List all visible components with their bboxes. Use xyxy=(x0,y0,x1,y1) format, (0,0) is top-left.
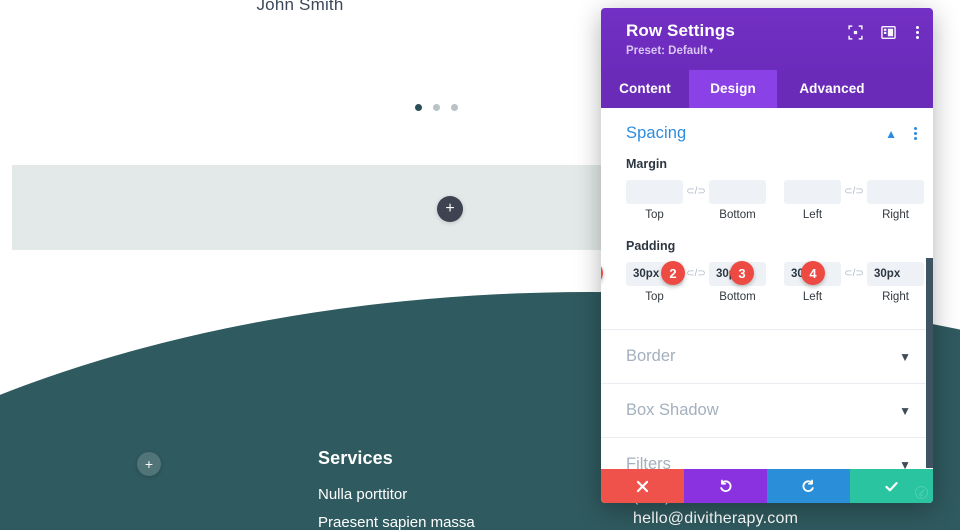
modal-header-actions xyxy=(848,24,921,41)
redo-icon xyxy=(802,479,814,492)
design-accordion-list: Border ▼ Box Shadow ▼ Filters ▼ xyxy=(601,329,933,469)
contact-email: hello@divitherapy.com xyxy=(633,510,799,527)
modal-header: Row Settings Preset: Default ▾ xyxy=(601,8,933,70)
link-margin-vertical-icon[interactable]: ⊂/⊃ xyxy=(683,186,709,197)
add-row-button[interactable]: + xyxy=(137,452,161,476)
slider-dot-2[interactable] xyxy=(433,104,440,111)
cancel-button[interactable] xyxy=(601,469,684,503)
accordion-box-shadow-label: Box Shadow xyxy=(626,401,719,419)
accordion-box-shadow[interactable]: Box Shadow ▼ xyxy=(601,383,933,437)
margin-right-caption: Right xyxy=(882,209,909,221)
more-options-icon[interactable] xyxy=(914,24,921,41)
services-item-2: Praesent sapien massa xyxy=(318,514,475,530)
tab-content[interactable]: Content xyxy=(601,70,689,108)
step-badge-4: 4 xyxy=(801,261,825,285)
padding-right-cell: 30px Right xyxy=(867,262,924,303)
margin-label: Margin xyxy=(626,157,667,171)
spacing-section-header: Spacing ▲ xyxy=(601,108,933,157)
resize-handle[interactable] xyxy=(915,486,928,499)
row-settings-modal: Row Settings Preset: Default ▾ Content D… xyxy=(601,8,933,503)
chevron-down-icon: ▼ xyxy=(899,457,911,470)
margin-left-cell: Left xyxy=(784,180,841,221)
margin-left-caption: Left xyxy=(802,209,823,221)
margin-bottom-caption: Bottom xyxy=(719,209,756,221)
hero-person-name: John Smith xyxy=(256,0,344,14)
preset-selector[interactable]: Preset: Default ▾ xyxy=(626,45,713,57)
padding-right-input[interactable]: 30px xyxy=(867,262,924,286)
chevron-up-icon[interactable]: ▲ xyxy=(885,127,897,141)
tab-advanced[interactable]: Advanced xyxy=(777,70,887,108)
margin-bottom-input[interactable] xyxy=(709,180,766,204)
margin-right-cell: Right xyxy=(867,180,924,221)
padding-label: Padding xyxy=(626,239,676,253)
layout-panel-icon[interactable] xyxy=(881,25,896,40)
padding-top-caption: Top xyxy=(645,291,664,303)
slider-dot-1[interactable] xyxy=(415,104,422,111)
add-module-button[interactable]: + xyxy=(437,196,463,222)
chevron-down-icon: ▾ xyxy=(709,46,714,55)
padding-group: Padding 30px Top ⊂/⊃ 30px Bottom xyxy=(601,239,933,303)
services-item-1: Nulla porttitor xyxy=(318,486,408,503)
link-margin-horizontal-icon[interactable]: ⊂/⊃ xyxy=(841,186,867,197)
close-icon xyxy=(636,480,649,492)
step-badge-3: 3 xyxy=(730,261,754,285)
services-heading: Services xyxy=(318,448,393,468)
spacing-section-title: Spacing xyxy=(626,124,687,142)
focus-target-icon[interactable] xyxy=(848,25,863,40)
modal-scrollbar-thumb[interactable] xyxy=(926,258,933,468)
margin-top-cell: Top xyxy=(626,180,683,221)
margin-top-input[interactable] xyxy=(626,180,683,204)
margin-group: Margin Top ⊂/⊃ Bottom Left ⊂/⊃ Right xyxy=(601,157,933,221)
step-badge-2: 2 xyxy=(661,261,685,285)
margin-bottom-cell: Bottom xyxy=(709,180,766,221)
margin-fields: Top ⊂/⊃ Bottom Left ⊂/⊃ Right xyxy=(626,180,924,221)
margin-top-caption: Top xyxy=(645,209,664,221)
slider-dot-3[interactable] xyxy=(451,104,458,111)
preset-label: Preset: Default xyxy=(626,45,708,57)
undo-icon xyxy=(720,479,732,492)
link-padding-vertical-icon[interactable]: ⊂/⊃ xyxy=(683,268,709,279)
modal-footer xyxy=(601,469,933,503)
check-icon xyxy=(885,481,898,491)
slider-pagination[interactable] xyxy=(415,104,458,111)
accordion-border[interactable]: Border ▼ xyxy=(601,329,933,383)
chevron-down-icon: ▼ xyxy=(899,349,911,364)
tab-design[interactable]: Design xyxy=(689,70,777,108)
spacing-options-icon[interactable] xyxy=(912,125,919,142)
padding-left-caption: Left xyxy=(802,291,823,303)
padding-right-caption: Right xyxy=(882,291,909,303)
chevron-down-icon: ▼ xyxy=(899,403,911,418)
padding-bottom-caption: Bottom xyxy=(719,291,756,303)
margin-left-input[interactable] xyxy=(784,180,841,204)
accordion-filters[interactable]: Filters ▼ xyxy=(601,437,933,469)
services-block: Services Nulla porttitor Praesent sapien… xyxy=(318,448,475,530)
accordion-filters-label: Filters xyxy=(626,455,671,469)
section-empty-row xyxy=(12,165,702,250)
modal-tabs: Content Design Advanced xyxy=(601,70,933,108)
link-padding-horizontal-icon[interactable]: ⊂/⊃ xyxy=(841,268,867,279)
redo-button[interactable] xyxy=(767,469,850,503)
step-badge-1: 1 xyxy=(601,261,603,285)
undo-button[interactable] xyxy=(684,469,767,503)
margin-right-input[interactable] xyxy=(867,180,924,204)
accordion-border-label: Border xyxy=(626,347,676,365)
modal-body: Spacing ▲ Margin Top ⊂/⊃ Bottom Left ⊂/⊃… xyxy=(601,108,933,469)
